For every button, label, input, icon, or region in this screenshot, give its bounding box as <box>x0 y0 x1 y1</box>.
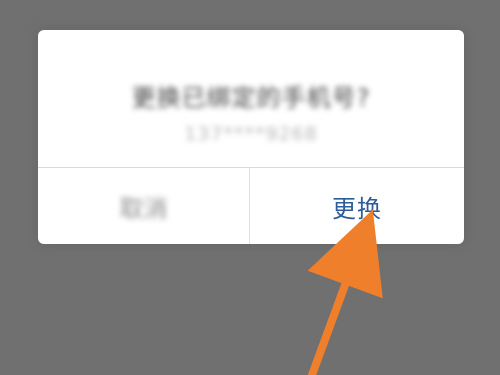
confirm-button[interactable]: 更换 <box>250 168 464 244</box>
dialog-title: 更换已绑定的手机号? <box>131 84 371 112</box>
phone-number: 137****9268 <box>184 123 318 145</box>
cancel-button[interactable]: 取消 <box>38 168 249 244</box>
confirm-dialog: 更换已绑定的手机号? 137****9268 取消 更换 <box>38 30 464 244</box>
